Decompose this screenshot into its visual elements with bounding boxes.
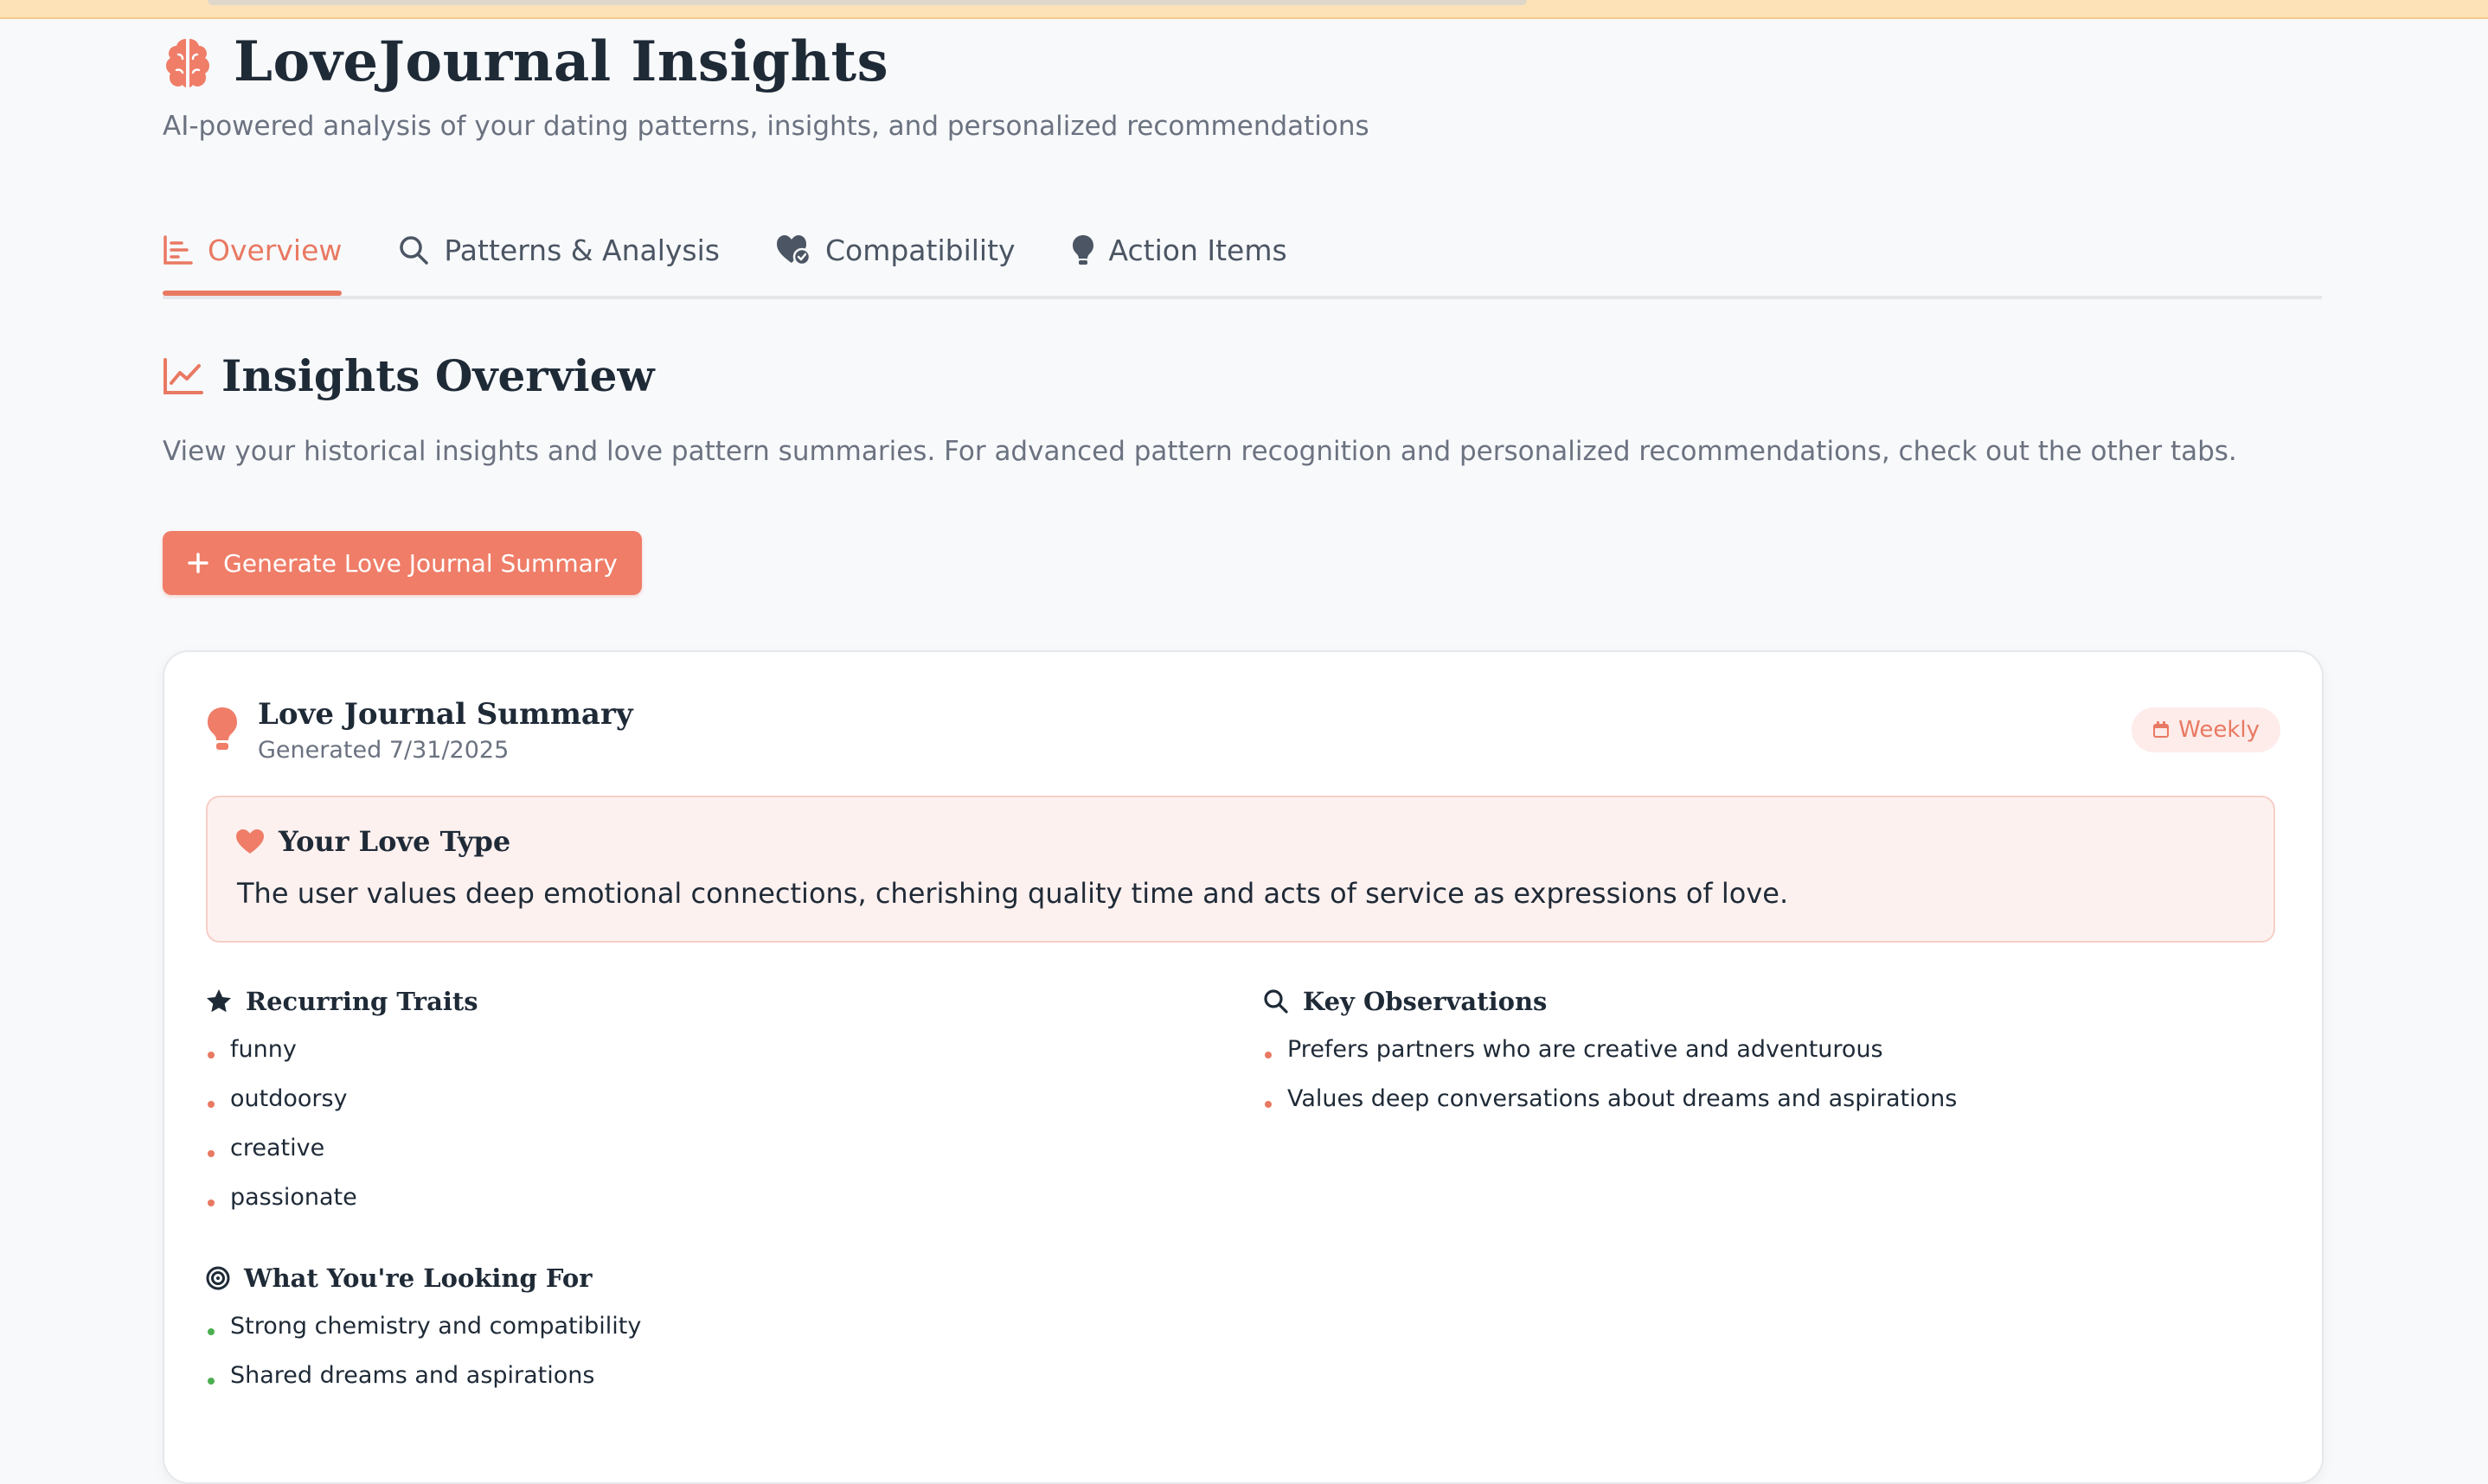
key-observations-title: Key Observations — [1303, 987, 1548, 1016]
love-type-title: Your Love Type — [279, 825, 511, 858]
plus-icon — [188, 553, 208, 573]
search-icon — [1264, 989, 1288, 1014]
browser-top-bar — [0, 0, 2488, 19]
looking-for-heading: What You're Looking For — [206, 1261, 641, 1295]
tab-compatibility[interactable]: Compatibility — [775, 208, 1016, 292]
recurring-traits-title: Recurring Traits — [246, 987, 478, 1016]
calendar-icon — [2153, 721, 2170, 738]
line-chart-icon — [164, 357, 203, 394]
summary-generated-date: Generated 7/31/2025 — [258, 737, 510, 764]
heart-icon — [236, 829, 264, 854]
summary-card-title: Love Journal Summary — [258, 697, 633, 732]
love-type-panel: Your Love Type The user values deep emot… — [206, 796, 2275, 943]
recurring-traits-section: Recurring Traits funny outdoorsy creativ… — [206, 984, 478, 1228]
section-description: View your historical insights and love p… — [163, 436, 2237, 467]
list-item: passionate — [206, 1179, 478, 1228]
key-observations-section: Key Observations Prefers partners who ar… — [1263, 984, 1957, 1129]
looking-for-list: Strong chemistry and compatibility Share… — [206, 1308, 641, 1406]
insights-overview-heading: Insights Overview — [163, 350, 655, 401]
tab-action-items-label: Action Items — [1108, 233, 1287, 267]
tab-patterns-label: Patterns & Analysis — [444, 233, 720, 267]
tab-overview-label: Overview — [208, 233, 343, 267]
looking-for-section: What You're Looking For Strong chemistry… — [206, 1261, 641, 1406]
star-icon — [207, 989, 231, 1013]
lightbulb-icon — [1072, 235, 1093, 265]
love-type-text: The user values deep emotional connectio… — [237, 877, 1789, 910]
lightbulb-icon — [208, 707, 237, 750]
key-observations-list: Prefers partners who are creative and ad… — [1263, 1031, 1957, 1129]
summary-card-header: Love Journal Summary Generated 7/31/2025 — [206, 697, 633, 764]
tab-bar: Overview Patterns & Analysis Compatibili… — [163, 208, 2322, 299]
search-icon — [400, 236, 429, 265]
list-item: Shared dreams and aspirations — [206, 1357, 641, 1406]
tab-action-items[interactable]: Action Items — [1071, 208, 1287, 292]
looking-for-title: What You're Looking For — [244, 1263, 593, 1293]
section-title: Insights Overview — [221, 350, 655, 401]
address-bar-edge — [208, 0, 1527, 5]
list-item: Values deep conversations about dreams a… — [1263, 1080, 1957, 1129]
list-item: Prefers partners who are creative and ad… — [1263, 1031, 1957, 1080]
app-subtitle: AI-powered analysis of your dating patte… — [163, 111, 1369, 142]
recurring-traits-list: funny outdoorsy creative passionate — [206, 1031, 478, 1228]
heart-check-icon — [776, 235, 811, 266]
app-title: LoveJournal Insights — [234, 29, 889, 94]
tab-overview[interactable]: Overview — [163, 208, 343, 296]
tab-compatibility-label: Compatibility — [824, 233, 1016, 267]
generate-summary-button[interactable]: Generate Love Journal Summary — [163, 531, 642, 595]
key-observations-heading: Key Observations — [1263, 984, 1957, 1019]
list-item: creative — [206, 1129, 478, 1179]
list-item: Strong chemistry and compatibility — [206, 1308, 641, 1357]
badge-label: Weekly — [2178, 717, 2260, 743]
list-item: funny — [206, 1031, 478, 1080]
target-icon — [206, 1266, 230, 1290]
recurring-traits-heading: Recurring Traits — [206, 984, 478, 1019]
page-header: LoveJournal Insights — [163, 29, 888, 94]
summary-card: Love Journal Summary Generated 7/31/2025… — [163, 650, 2324, 1484]
list-item: outdoorsy — [206, 1080, 478, 1129]
bar-chart-icon — [164, 235, 193, 265]
love-type-heading: Your Love Type — [235, 825, 510, 858]
frequency-badge: Weekly — [2132, 707, 2280, 752]
brain-icon — [166, 38, 209, 87]
generate-button-label: Generate Love Journal Summary — [223, 548, 618, 578]
tab-patterns-analysis[interactable]: Patterns & Analysis — [397, 208, 720, 292]
